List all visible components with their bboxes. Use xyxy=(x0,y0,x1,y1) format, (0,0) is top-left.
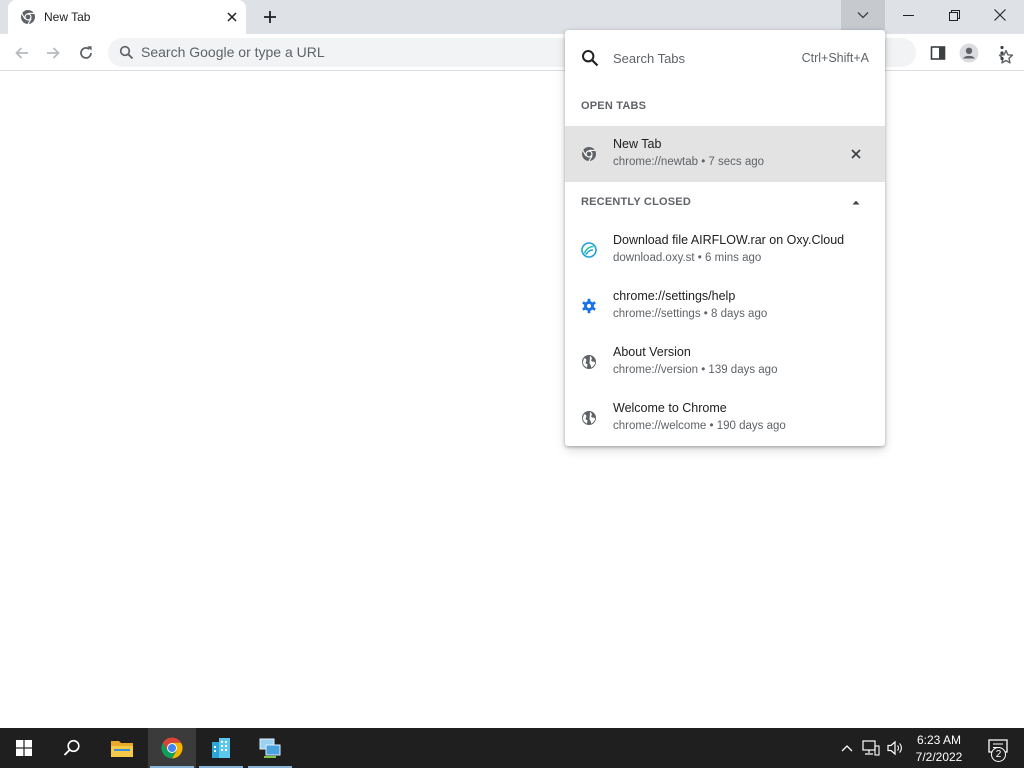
taskbar-app-network[interactable] xyxy=(246,728,294,768)
taskbar-clock[interactable]: 6:23 AM 7/2/2022 xyxy=(906,731,972,765)
taskbar-chrome[interactable] xyxy=(148,728,196,768)
item-title: About Version xyxy=(613,345,691,359)
item-subtitle: download.oxy.st • 6 mins ago xyxy=(613,252,762,264)
recently-closed-item[interactable]: Welcome to Chrome chrome://welcome • 190… xyxy=(565,390,885,446)
clock-time: 6:23 AM xyxy=(916,733,962,747)
restore-icon xyxy=(948,9,960,21)
globe-icon xyxy=(581,354,597,370)
side-panel-button[interactable] xyxy=(926,41,950,65)
tab-search-bar: Ctrl+Shift+A xyxy=(565,30,885,86)
start-button[interactable] xyxy=(0,728,48,768)
open-tab-item[interactable]: New Tab chrome://newtab • 7 secs ago xyxy=(565,126,885,182)
item-title: Welcome to Chrome xyxy=(613,401,727,415)
chrome-menu-button[interactable] xyxy=(990,41,1014,65)
reload-icon xyxy=(80,46,92,59)
chrome-icon xyxy=(581,146,597,162)
clock-date: 7/2/2022 xyxy=(915,750,963,764)
close-icon xyxy=(994,9,1006,21)
taskbar-file-explorer[interactable] xyxy=(98,728,146,768)
settings-gear-icon xyxy=(581,298,597,314)
kebab-menu-icon xyxy=(1000,45,1004,61)
caret-up-icon xyxy=(852,200,860,204)
forward-button[interactable] xyxy=(41,41,65,65)
tab-title: New Tab xyxy=(44,10,91,24)
side-panel-icon xyxy=(930,46,946,60)
building-app-icon xyxy=(212,738,230,758)
omnibox-placeholder: Search Google or type a URL xyxy=(141,44,325,60)
arrow-left-icon xyxy=(15,47,28,59)
network-tray-button[interactable] xyxy=(860,728,882,768)
tab-close-button[interactable] xyxy=(224,9,240,25)
search-icon xyxy=(63,739,80,756)
item-title: New Tab xyxy=(613,137,662,151)
tab-search-button[interactable] xyxy=(841,0,885,30)
windows-logo-icon xyxy=(16,740,32,756)
minimize-icon xyxy=(902,14,914,16)
avatar-icon xyxy=(959,43,979,63)
tab-search-shortcut: Ctrl+Shift+A xyxy=(801,51,869,65)
tab-strip: New Tab xyxy=(0,0,1024,34)
item-subtitle: chrome://settings • 8 days ago xyxy=(613,308,768,320)
item-title: Download file AIRFLOW.rar on Oxy.Cloud xyxy=(613,233,845,247)
search-icon xyxy=(581,49,599,67)
open-tabs-header: OPEN TABS xyxy=(581,100,647,112)
chevron-down-icon xyxy=(857,12,869,19)
new-tab-button[interactable] xyxy=(258,6,282,28)
oxy-cloud-icon xyxy=(581,242,597,258)
globe-icon xyxy=(581,410,597,426)
collapse-recently-closed-button[interactable] xyxy=(847,194,865,210)
recently-closed-header: RECENTLY CLOSED xyxy=(581,196,691,208)
taskbar: 6:23 AM 7/2/2022 2 xyxy=(0,728,1024,768)
back-button[interactable] xyxy=(10,41,34,65)
plus-icon xyxy=(264,11,276,23)
close-icon xyxy=(851,149,861,159)
volume-tray-button[interactable] xyxy=(884,728,906,768)
notification-count-badge: 2 xyxy=(991,747,1006,762)
reload-button[interactable] xyxy=(74,41,98,65)
recently-closed-item[interactable]: chrome://settings/help chrome://settings… xyxy=(565,278,885,334)
item-subtitle: chrome://newtab • 7 secs ago xyxy=(613,156,765,168)
network-icon xyxy=(862,740,880,756)
chrome-icon xyxy=(20,9,36,25)
speaker-icon xyxy=(887,740,902,756)
folder-icon xyxy=(111,741,133,757)
chrome-logo-icon xyxy=(161,737,183,759)
recently-closed-item[interactable]: Download file AIRFLOW.rar on Oxy.Cloud d… xyxy=(565,222,885,278)
tab-search-input[interactable] xyxy=(613,48,783,68)
arrow-right-icon xyxy=(47,47,60,59)
search-icon xyxy=(119,45,134,60)
close-tab-button[interactable] xyxy=(847,146,865,162)
recently-closed-item[interactable]: About Version chrome://version • 139 day… xyxy=(565,334,885,390)
taskbar-search-button[interactable] xyxy=(48,728,96,768)
taskbar-app-building[interactable] xyxy=(197,728,245,768)
restore-button[interactable] xyxy=(931,0,977,30)
item-subtitle: chrome://version • 139 days ago xyxy=(613,364,778,376)
tab-new-tab[interactable]: New Tab xyxy=(8,0,246,34)
item-title: chrome://settings/help xyxy=(613,289,736,303)
chevron-up-icon xyxy=(841,745,853,752)
profile-button[interactable] xyxy=(957,41,981,65)
item-subtitle: chrome://welcome • 190 days ago xyxy=(613,420,786,432)
tab-search-popup: Ctrl+Shift+A OPEN TABS New Tab chrome://… xyxy=(565,30,885,446)
minimize-button[interactable] xyxy=(885,0,931,30)
network-app-icon xyxy=(259,738,281,758)
show-hidden-icons-button[interactable] xyxy=(838,728,856,768)
window-close-button[interactable] xyxy=(977,0,1023,30)
close-icon xyxy=(227,12,237,22)
